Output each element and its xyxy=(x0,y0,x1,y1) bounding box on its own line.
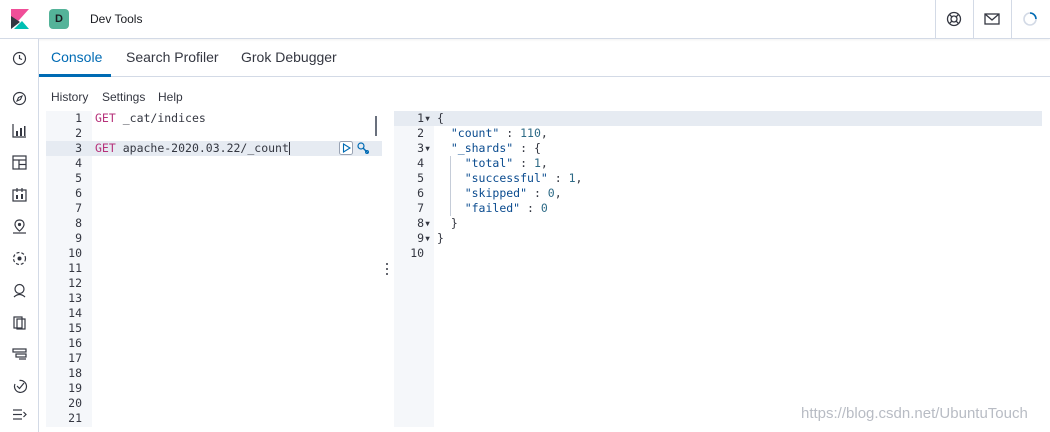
line-number: 9▾ xyxy=(417,231,431,245)
line-number: 8▾ xyxy=(417,216,431,230)
kibana-logo-icon[interactable] xyxy=(11,9,29,29)
request-path: apache-2020.03.22/_count xyxy=(122,141,289,155)
line-number: 16 xyxy=(68,336,82,350)
text-cursor xyxy=(288,142,290,155)
line-number: 2 xyxy=(417,126,431,140)
newsfeed-icon[interactable] xyxy=(983,10,1001,28)
header-divider xyxy=(973,0,974,39)
response-editor[interactable]: 1▾ 2 3▾ 4 5 6 7 8▾ 9▾ 10 { "count" : 110, "_… xyxy=(394,111,1042,427)
request-line[interactable]: GET apache-2020.03.22/_count xyxy=(95,141,290,156)
response-line: "count" : 110, xyxy=(450,126,548,140)
logs-icon[interactable] xyxy=(11,314,28,331)
json-value: 1 xyxy=(533,156,541,170)
json-key: "failed" xyxy=(464,201,521,215)
canvas-icon[interactable] xyxy=(11,186,28,203)
top-header: D Dev Tools xyxy=(0,0,1050,39)
tab-grok-debugger[interactable]: Grok Debugger xyxy=(241,49,337,65)
line-number: 5 xyxy=(417,171,431,185)
line-number: 19 xyxy=(68,381,82,395)
response-line: "failed" : 0 xyxy=(464,201,548,215)
json-value: 1 xyxy=(568,171,576,185)
indent-guide xyxy=(450,156,451,216)
collapse-menu-icon[interactable] xyxy=(11,406,28,423)
response-line: "_shards" : { xyxy=(450,141,541,155)
line-number: 1 xyxy=(75,111,82,125)
line-number: 9 xyxy=(75,231,82,245)
line-number: 1▾ xyxy=(417,111,431,125)
line-number: 3▾ xyxy=(417,141,431,155)
line-number: 6 xyxy=(75,186,82,200)
line-number: 10 xyxy=(410,246,431,260)
loading-spinner-icon xyxy=(1023,12,1037,26)
request-method: GET xyxy=(95,111,116,125)
tab-console[interactable]: Console xyxy=(51,49,102,65)
page-title: Dev Tools xyxy=(90,12,143,26)
history-link[interactable]: History xyxy=(51,90,88,104)
help-link[interactable]: Help xyxy=(158,90,183,104)
line-number: 18 xyxy=(68,366,82,380)
json-key: "count" xyxy=(450,126,500,140)
ml-icon[interactable] xyxy=(11,250,28,267)
apm-icon[interactable] xyxy=(11,346,28,363)
json-value: 0 xyxy=(547,186,555,200)
line-number: 21 xyxy=(68,411,82,425)
response-line: "total" : 1, xyxy=(464,156,548,170)
uptime-icon[interactable] xyxy=(11,378,28,395)
line-number: 6 xyxy=(417,186,431,200)
line-number: 12 xyxy=(68,276,82,290)
active-tab-indicator xyxy=(39,74,111,77)
header-divider xyxy=(1011,0,1012,39)
line-number: 15 xyxy=(68,321,82,335)
space-avatar[interactable]: D xyxy=(49,9,69,29)
help-icon[interactable] xyxy=(945,10,963,28)
json-key: "total" xyxy=(464,156,514,170)
visualize-icon[interactable] xyxy=(11,122,28,139)
line-number: 10 xyxy=(68,246,82,260)
json-key: "_shards" xyxy=(450,141,514,155)
line-number: 14 xyxy=(68,306,82,320)
metrics-icon[interactable] xyxy=(11,282,28,299)
response-line: } xyxy=(450,216,458,230)
header-divider xyxy=(935,0,936,39)
line-number: 3 xyxy=(75,141,82,155)
response-line: "successful" : 1, xyxy=(464,171,583,185)
line-number: 8 xyxy=(75,216,82,230)
dashboard-icon[interactable] xyxy=(11,154,28,171)
line-number: 4 xyxy=(417,156,431,170)
json-key: "skipped" xyxy=(464,186,528,200)
line-number: 5 xyxy=(75,171,82,185)
active-line-highlight xyxy=(394,111,1042,126)
line-number: 13 xyxy=(68,291,82,305)
json-key: "successful" xyxy=(464,171,548,185)
response-line: } xyxy=(437,231,444,245)
maps-icon[interactable] xyxy=(11,218,28,235)
line-number: 4 xyxy=(75,156,82,170)
request-editor[interactable]: 1 2 3 4 5 6 7 8 9 10 11 12 13 14 15 16 17 18 19 20 21 GET _c… xyxy=(46,111,382,427)
side-navigation xyxy=(0,39,39,432)
settings-link[interactable]: Settings xyxy=(102,90,145,104)
request-path: _cat/indices xyxy=(122,111,206,125)
line-number: 20 xyxy=(68,396,82,410)
line-number: 7 xyxy=(75,201,82,215)
request-method: GET xyxy=(95,141,116,155)
line-number: 17 xyxy=(68,351,82,365)
request-line[interactable]: GET _cat/indices xyxy=(95,111,206,126)
discover-icon[interactable] xyxy=(11,90,28,107)
wrench-icon[interactable] xyxy=(356,141,370,155)
editor-scrollbar[interactable] xyxy=(375,116,377,136)
send-request-icon[interactable] xyxy=(339,141,353,155)
line-number: 11 xyxy=(68,261,82,275)
response-line: "skipped" : 0, xyxy=(464,186,562,200)
json-value: 110 xyxy=(520,126,541,140)
watermark: https://blog.csdn.net/UbuntuTouch xyxy=(801,405,1028,422)
line-number: 2 xyxy=(75,126,82,140)
panel-resize-handle[interactable] xyxy=(385,262,389,276)
json-value: 0 xyxy=(540,201,548,215)
line-number: 7 xyxy=(417,201,431,215)
response-line: { xyxy=(437,111,444,125)
tab-search-profiler[interactable]: Search Profiler xyxy=(126,49,219,65)
recently-viewed-icon[interactable] xyxy=(11,50,28,67)
